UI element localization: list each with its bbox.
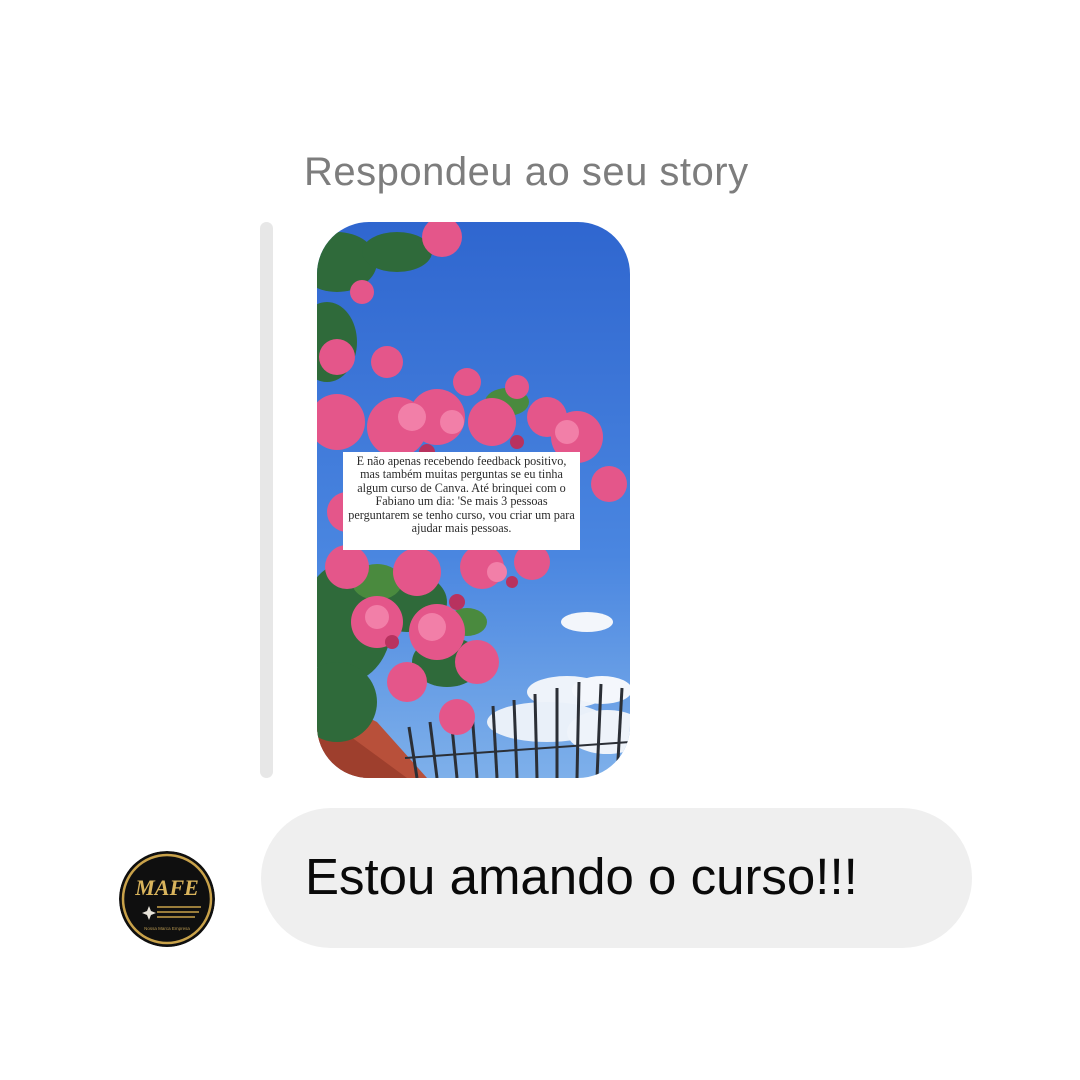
chat-page: Respondeu ao seu story E não apenas rece… (0, 0, 1080, 1080)
reply-header: Respondeu ao seu story (304, 150, 749, 194)
story-caption: E não apenas recebendo feedback positivo… (343, 452, 580, 550)
avatar[interactable]: MAFE Nossa Marca Empresa (119, 851, 215, 947)
story-thumbnail[interactable]: E não apenas recebendo feedback positivo… (317, 222, 630, 778)
avatar-logo-text: MAFE (134, 875, 199, 900)
reply-indicator-bar (260, 222, 273, 778)
message-text: Estou amando o curso!!! (305, 848, 858, 905)
mafe-logo: MAFE Nossa Marca Empresa (119, 851, 215, 947)
avatar-logo-subtext: Nossa Marca Empresa (144, 926, 190, 931)
message-bubble[interactable]: Estou amando o curso!!! (261, 808, 972, 948)
